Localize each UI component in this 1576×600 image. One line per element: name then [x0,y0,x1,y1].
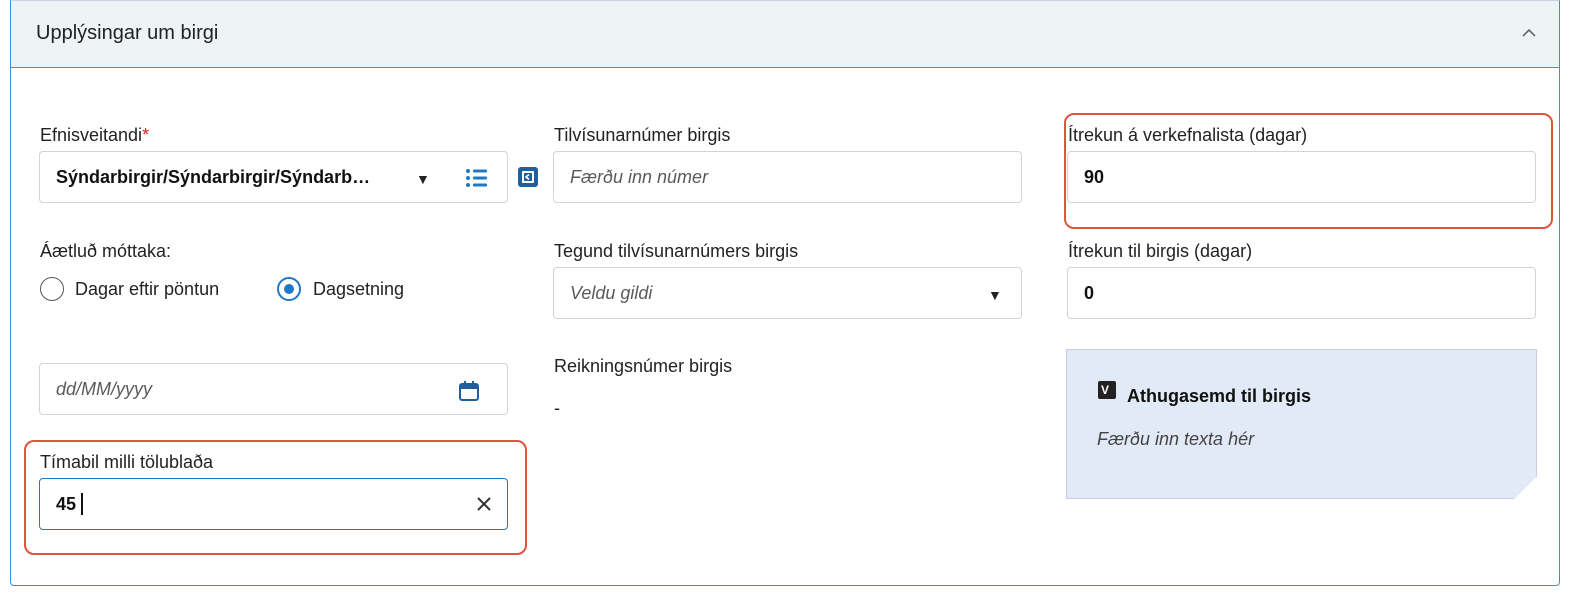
date-placeholder: dd/MM/yyyy [56,379,153,399]
supplier-select[interactable]: Sýndarbirgir/Sýndarbirgir/Sýndarb… ▼ [39,151,508,203]
reference-number-placeholder: Færðu inn númer [570,167,709,187]
note-fold [1514,476,1537,499]
reference-type-label: Tegund tilvísunarnúmers birgis [554,241,799,261]
supplier-label: Efnisveitandi* [40,125,149,146]
date-input[interactable]: dd/MM/yyyy [39,363,508,415]
open-panel-icon[interactable] [517,166,539,188]
note-placeholder[interactable]: Færðu inn texta hér [1097,429,1254,450]
highlight-reminder-tasklist [1064,113,1553,229]
radio-date-label: Dagsetning [313,279,405,299]
reference-number-input[interactable]: Færðu inn númer [553,151,1022,203]
list-icon[interactable] [465,167,489,189]
reminder-supplier-value: 0 [1084,283,1095,303]
supplier-note[interactable]: V Athugasemd til birgis Færðu inn texta … [1066,349,1537,499]
account-number-label: Reikningsnúmer birgis [554,356,733,376]
panel-title: Upplýsingar um birgi [36,22,219,44]
reference-number-label: Tilvísunarnúmer birgis [554,125,731,145]
dropdown-caret-icon: ▼ [988,287,1002,303]
radio-days-after-order[interactable] [40,277,64,301]
required-mark: * [142,125,150,145]
reminder-supplier-input[interactable]: 0 [1067,267,1536,319]
radio-date[interactable] [277,277,301,301]
reference-type-select[interactable]: Veldu gildi ▼ [553,267,1022,319]
chevron-up-icon[interactable] [1519,23,1539,43]
supplier-value: Sýndarbirgir/Sýndarbirgir/Sýndarb… [56,167,371,187]
svg-text:V: V [1101,383,1109,397]
note-title: Athugasemd til birgis [1127,386,1312,406]
account-number-value: - [554,398,560,418]
dropdown-caret-icon: ▼ [416,171,430,187]
supplier-label-text: Efnisveitandi [40,125,143,145]
radio-days-after-order-label: Dagar eftir pöntun [75,279,220,299]
note-icon: V [1098,381,1116,399]
expected-receipt-label: Áætluð móttaka: [40,241,172,261]
reminder-supplier-label: Ítrekun til birgis (dagar) [1068,241,1253,261]
panel-header[interactable]: Upplýsingar um birgi [11,1,1559,68]
reference-type-placeholder: Veldu gildi [570,283,653,303]
highlight-issue-interval [24,440,527,555]
calendar-icon[interactable] [458,380,480,402]
